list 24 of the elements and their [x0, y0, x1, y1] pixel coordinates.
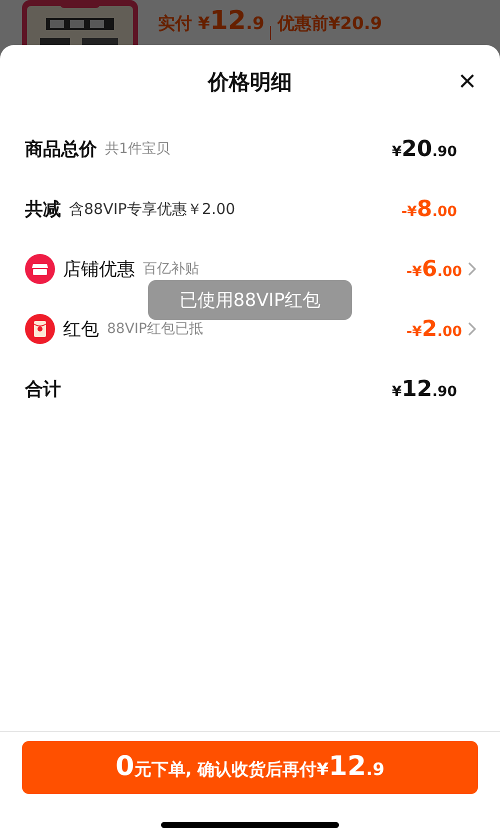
row-label: 合计: [25, 378, 61, 401]
amount: -¥8.00: [401, 196, 457, 222]
row-note: 百亿补贴: [143, 260, 199, 278]
row-note: 含88VIP专享优惠￥2.00: [69, 200, 236, 218]
amount: -¥6.00: [406, 256, 462, 282]
row-label: 店铺优惠: [63, 258, 135, 281]
amount: ¥12.90: [392, 376, 457, 402]
sheet-title: 价格明细: [208, 69, 292, 96]
toast: 已使用88VIP红包: [148, 280, 352, 320]
envelope-icon: [25, 314, 55, 344]
row-label: 商品总价: [25, 138, 97, 161]
amount: -¥2.00: [406, 316, 462, 342]
store-icon: [25, 254, 55, 284]
chevron-icon[interactable]: [466, 321, 478, 337]
chevron-icon[interactable]: [466, 261, 478, 277]
row-note: 共1件宝贝: [105, 140, 170, 158]
row-label: 红包: [63, 318, 99, 341]
amount: ¥20.90: [392, 136, 457, 162]
paid-price: ¥12.9: [198, 6, 264, 36]
paid-label: 实付: [158, 13, 192, 35]
original-price: 优惠前¥20.9: [277, 13, 382, 35]
close-button[interactable]: ×: [454, 67, 480, 97]
row-note: 88VIP红包已抵: [107, 320, 203, 338]
row-label: 共减: [25, 198, 61, 221]
